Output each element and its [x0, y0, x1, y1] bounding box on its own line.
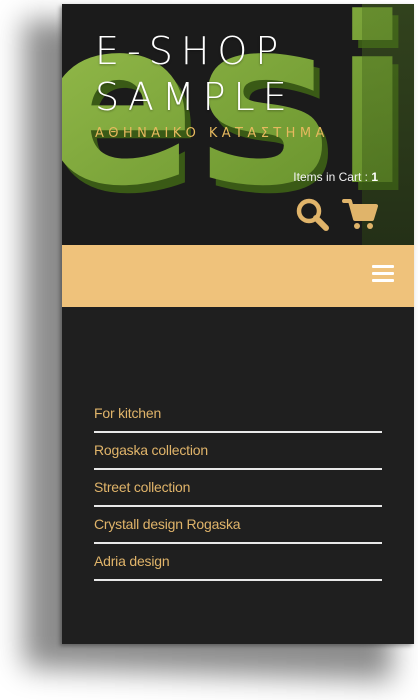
menu-item: Adria design [94, 544, 382, 581]
menu-link-crystall-design-rogaska[interactable]: Crystall design Rogaska [94, 516, 241, 542]
category-menu: For kitchen Rogaska collection Street co… [94, 396, 382, 581]
menu-item: Crystall design Rogaska [94, 507, 382, 544]
search-button[interactable] [294, 196, 330, 232]
mobile-page: esi esi E-SHOP SAMPLE ΑΘΗΝΑΙΚΟ ΚΑΤΑΣΤΗΜΑ… [62, 4, 414, 644]
cart-button[interactable] [342, 196, 378, 232]
site-header: esi esi E-SHOP SAMPLE ΑΘΗΝΑΙΚΟ ΚΑΤΑΣΤΗΜΑ… [62, 4, 414, 245]
cart-label: Items in Cart : [293, 170, 372, 184]
menu-item: For kitchen [94, 396, 382, 433]
logo-line-2[interactable]: SAMPLE [95, 78, 295, 116]
site-tagline: ΑΘΗΝΑΙΚΟ ΚΑΤΑΣΤΗΜΑ [95, 126, 329, 141]
menu-link-adria-design[interactable]: Adria design [94, 553, 170, 579]
menu-item: Rogaska collection [94, 433, 382, 470]
navigation-bar [62, 245, 414, 307]
cart-status: Items in Cart : 1 [293, 170, 378, 184]
menu-link-street-collection[interactable]: Street collection [94, 479, 190, 505]
cart-icon [342, 199, 378, 229]
menu-link-for-kitchen[interactable]: For kitchen [94, 405, 161, 431]
hamburger-menu-icon[interactable] [372, 265, 396, 285]
menu-link-rogaska-collection[interactable]: Rogaska collection [94, 442, 208, 468]
cart-count: 1 [371, 170, 378, 184]
menu-item: Street collection [94, 470, 382, 507]
search-icon [296, 198, 329, 231]
logo-line-1[interactable]: E-SHOP [95, 32, 286, 70]
